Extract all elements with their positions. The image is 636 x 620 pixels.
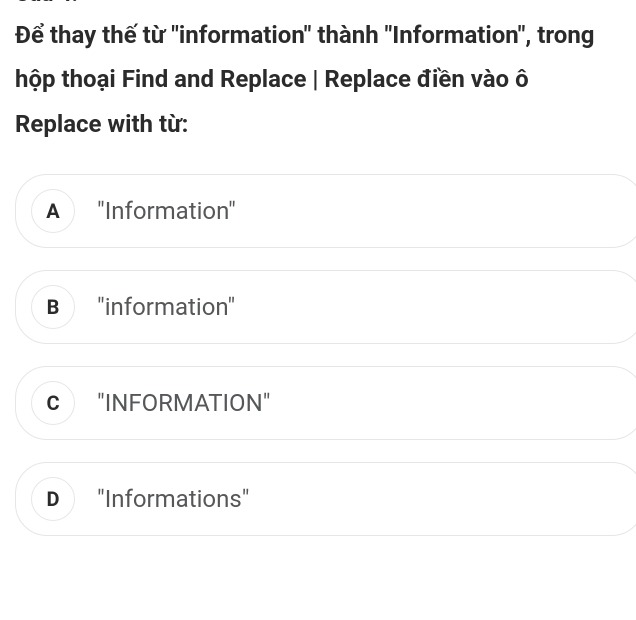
question-prompt: Để thay thế từ "information" thành "Info… (0, 13, 636, 174)
question-number: Câu 4: (0, 0, 636, 13)
option-text: "information" (97, 293, 235, 321)
option-a[interactable]: A "Information" (15, 174, 636, 248)
option-text: "INFORMATION" (97, 389, 270, 417)
option-letter: A (31, 189, 75, 233)
option-letter: D (31, 477, 75, 521)
option-c[interactable]: C "INFORMATION" (15, 366, 636, 440)
option-b[interactable]: B "information" (15, 270, 636, 344)
option-d[interactable]: D "Informations" (15, 462, 636, 536)
option-letter: B (31, 285, 75, 329)
option-text: "Information" (97, 197, 236, 225)
option-text: "Informations" (97, 485, 249, 513)
options-list: A "Information" B "information" C "INFOR… (0, 174, 636, 536)
option-letter: C (31, 381, 75, 425)
